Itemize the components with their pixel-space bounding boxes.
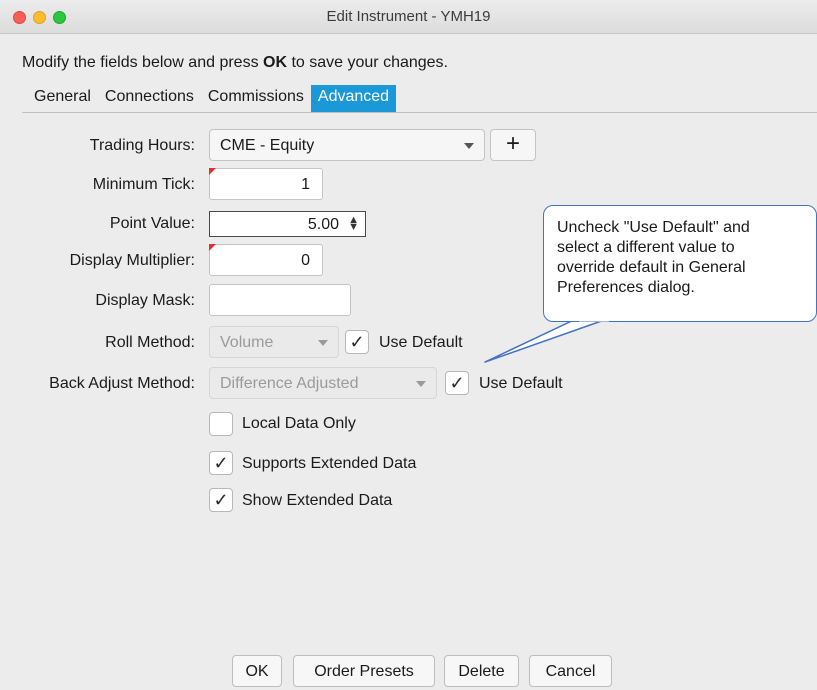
- tab-bar: General Connections Commissions Advanced: [22, 85, 397, 112]
- stepper-arrows-icon[interactable]: ▲ ▼: [348, 215, 359, 233]
- back-adjust-method-value: Difference Adjusted: [220, 375, 359, 392]
- title-bar[interactable]: Edit Instrument - YMH19: [0, 0, 817, 34]
- instructions-before: Modify the fields below and press: [22, 54, 264, 71]
- cancel-button[interactable]: Cancel: [529, 655, 612, 687]
- display-mask-label: Display Mask:: [95, 292, 195, 309]
- point-value-value: 5.00: [307, 216, 339, 233]
- tab-divider: [22, 112, 817, 113]
- point-value-label: Point Value:: [109, 215, 195, 232]
- roll-method-value: Volume: [220, 334, 274, 351]
- back-adjust-method-select[interactable]: Difference Adjusted: [209, 367, 437, 399]
- callout-line-3: override default in General: [557, 259, 746, 276]
- show-extended-data-checkbox[interactable]: ✓: [209, 488, 233, 512]
- display-mask-field[interactable]: [209, 284, 351, 316]
- callout-line-2: select a different value to: [557, 239, 735, 256]
- display-multiplier-field[interactable]: 0: [209, 244, 323, 276]
- roll-method-use-default-label: Use Default: [379, 334, 463, 351]
- roll-method-select[interactable]: Volume: [209, 326, 339, 358]
- minimum-tick-label: Minimum Tick:: [92, 176, 195, 193]
- supports-extended-data-checkbox[interactable]: ✓: [209, 451, 233, 475]
- local-data-only-label: Local Data Only: [242, 415, 356, 432]
- tab-commissions[interactable]: Commissions: [201, 85, 311, 112]
- delete-button[interactable]: Delete: [444, 655, 519, 687]
- back-adjust-method-label: Back Adjust Method:: [49, 375, 195, 392]
- ok-button[interactable]: OK: [232, 655, 282, 687]
- chevron-down-icon: [318, 340, 328, 346]
- chevron-down-icon: [416, 381, 426, 387]
- point-value-stepper[interactable]: 5.00 ▲ ▼: [209, 211, 366, 237]
- display-multiplier-label: Display Multiplier:: [69, 252, 195, 269]
- window-title: Edit Instrument - YMH19: [326, 8, 491, 25]
- show-extended-data-label: Show Extended Data: [242, 492, 393, 509]
- instructions-after: to save your changes.: [287, 54, 448, 71]
- callout-tooltip: Uncheck "Use Default" and select a diffe…: [543, 205, 817, 322]
- tab-advanced[interactable]: Advanced: [310, 85, 397, 112]
- local-data-only-checkbox[interactable]: [209, 412, 233, 436]
- tab-general[interactable]: General: [22, 85, 98, 112]
- tab-connections[interactable]: Connections: [98, 85, 201, 112]
- callout-line-4: Preferences dialog.: [557, 279, 695, 296]
- edit-instrument-window: Edit Instrument - YMH19 Modify the field…: [0, 0, 817, 690]
- roll-method-label: Roll Method:: [105, 334, 195, 351]
- callout-line-1: Uncheck "Use Default" and: [557, 219, 750, 236]
- minimum-tick-field[interactable]: 1: [209, 168, 323, 200]
- back-adjust-use-default-label: Use Default: [479, 375, 563, 392]
- trading-hours-label: Trading Hours:: [89, 137, 195, 154]
- order-presets-button[interactable]: Order Presets: [293, 655, 435, 687]
- back-adjust-use-default-checkbox[interactable]: ✓: [445, 371, 469, 395]
- instructions-bold: OK: [263, 54, 288, 71]
- roll-method-use-default-checkbox[interactable]: ✓: [345, 330, 369, 354]
- instructions-text: Modify the fields below and press OK to …: [22, 54, 448, 72]
- chevron-down-icon: [464, 143, 474, 149]
- add-trading-hours-button[interactable]: +: [490, 129, 536, 161]
- supports-extended-data-label: Supports Extended Data: [242, 455, 417, 472]
- trading-hours-select[interactable]: CME - Equity: [209, 129, 485, 161]
- trading-hours-value: CME - Equity: [220, 137, 315, 154]
